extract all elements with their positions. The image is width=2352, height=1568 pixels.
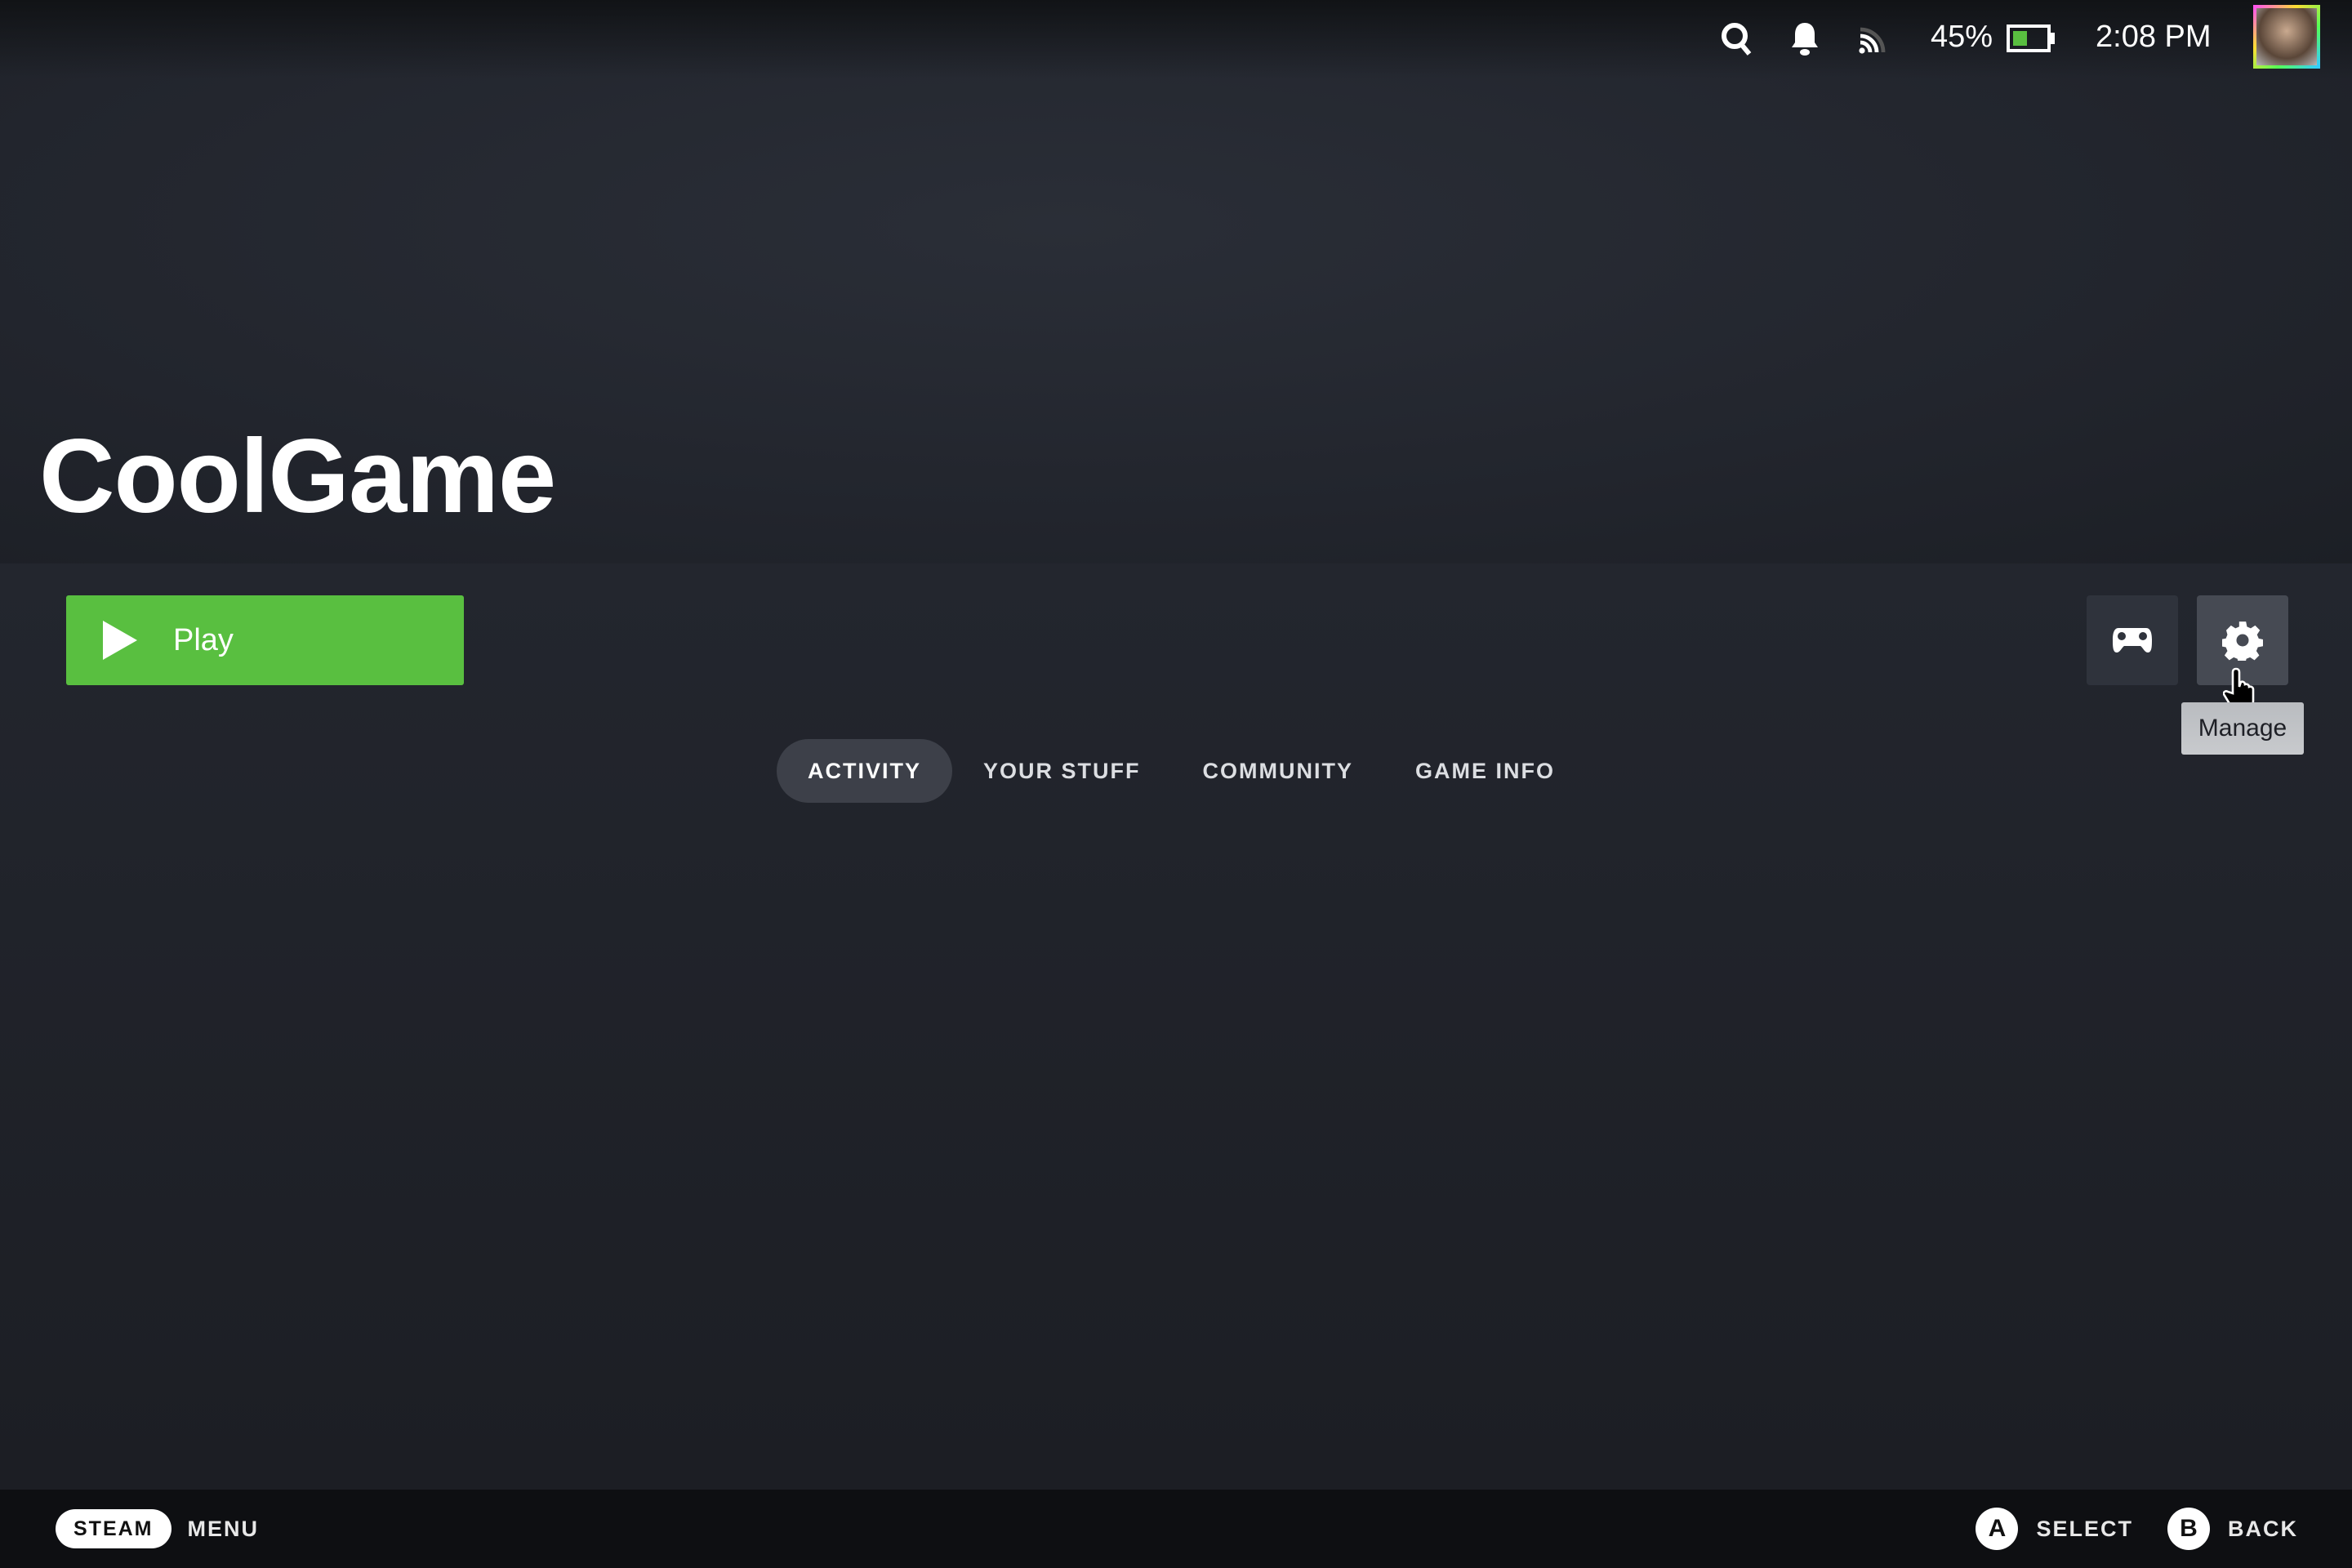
play-icon [103, 621, 137, 660]
play-button[interactable]: Play [66, 595, 464, 685]
cast-icon[interactable] [1859, 24, 1888, 54]
steam-button-badge[interactable]: STEAM [56, 1509, 172, 1548]
battery-percent: 45% [1931, 20, 1993, 54]
clock: 2:08 PM [2096, 20, 2212, 54]
gear-icon [2222, 621, 2263, 661]
tab-activity[interactable]: ACTIVITY [777, 739, 953, 803]
controller-settings-button[interactable] [2087, 595, 2178, 685]
tab-your-stuff[interactable]: YOUR STUFF [952, 739, 1172, 803]
tab-game-info[interactable]: GAME INFO [1384, 739, 1586, 803]
main-content [0, 564, 2352, 1490]
game-title: CoolGame [39, 418, 556, 535]
b-button-glyph[interactable]: B [2167, 1508, 2210, 1550]
search-icon[interactable] [1720, 21, 1753, 57]
status-bar: 45% 2:08 PM [0, 0, 2352, 78]
avatar[interactable] [2253, 5, 2320, 69]
battery-tip [2051, 33, 2055, 44]
menu-hint: MENU [187, 1516, 259, 1541]
tab-community[interactable]: COMMUNITY [1172, 739, 1384, 803]
tab-bar: ACTIVITY YOUR STUFF COMMUNITY GAME INFO [777, 739, 1586, 803]
footer-hints: STEAM MENU A SELECT B BACK [0, 1490, 2352, 1568]
play-label: Play [173, 622, 234, 657]
manage-tooltip: Manage [2181, 702, 2304, 755]
back-hint: BACK [2228, 1516, 2298, 1541]
select-hint: SELECT [2036, 1516, 2133, 1541]
a-button-glyph[interactable]: A [1976, 1508, 2019, 1550]
bell-icon[interactable] [1790, 21, 1820, 56]
controller-icon [2113, 628, 2152, 653]
battery-icon [2007, 24, 2051, 52]
